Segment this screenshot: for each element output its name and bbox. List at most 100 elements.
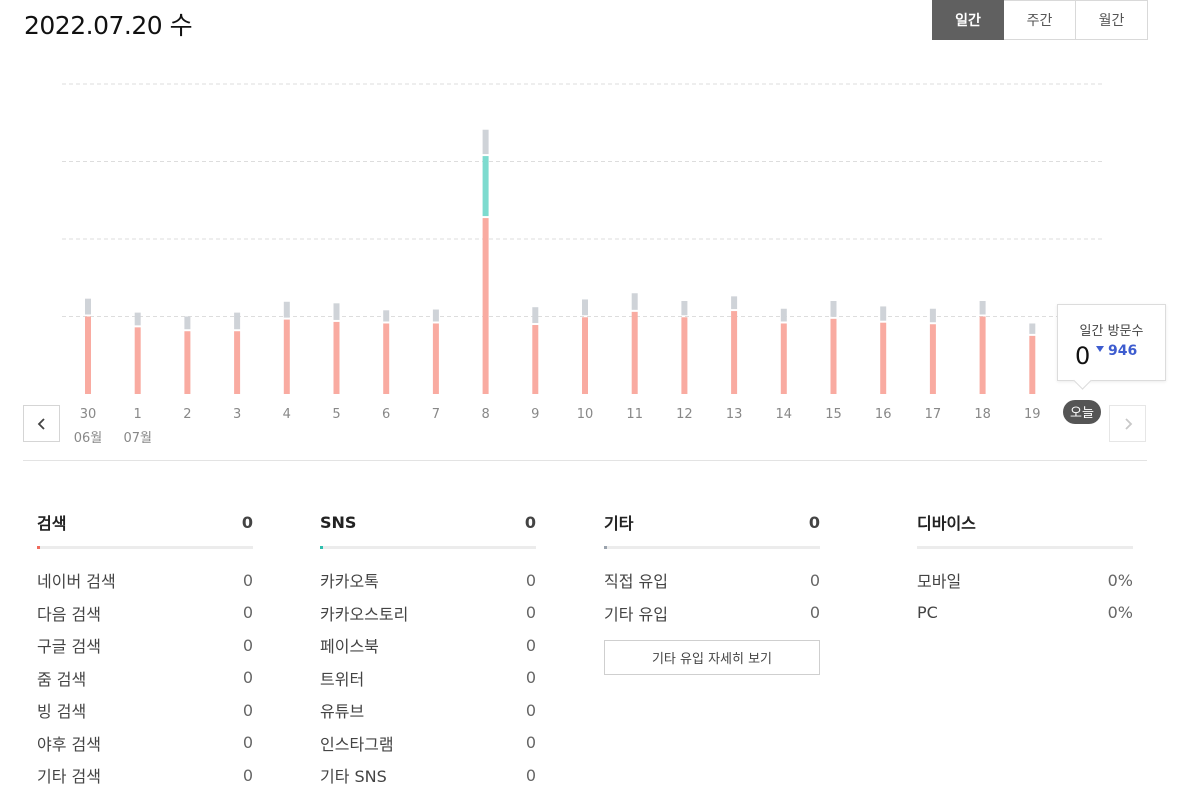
bar-segment-0-14[interactable] bbox=[780, 323, 787, 394]
bar-segment-0-16[interactable] bbox=[880, 322, 887, 394]
item-value: 0 bbox=[525, 570, 536, 590]
item-value: 0 bbox=[525, 733, 536, 753]
bar-segment-0-15[interactable] bbox=[830, 318, 837, 394]
visit-chart: 30 1 2 3 4 5 6 7 8 9 10 11 12 13 14 15 16 17 18 19 오늘06월 07월 bbox=[62, 83, 1104, 446]
other-detail-button[interactable]: 기타 유입 자세히 보기 bbox=[604, 640, 820, 675]
tick-label: 17 bbox=[925, 407, 942, 422]
bar-segment-2-7[interactable] bbox=[432, 309, 439, 322]
item-value: 0 bbox=[242, 733, 253, 753]
item-label: 야후 검색 bbox=[37, 734, 101, 754]
list-item: 기타 SNS 0 bbox=[320, 759, 536, 792]
bar-segment-0-6[interactable] bbox=[383, 323, 390, 394]
tick-label: 16 bbox=[875, 407, 892, 422]
item-value: 0 bbox=[525, 700, 536, 720]
bar-segment-2-2[interactable] bbox=[184, 316, 191, 330]
item-label: 카카오톡 bbox=[320, 572, 379, 592]
bar-segment-0-5[interactable] bbox=[333, 321, 340, 394]
device-header: 디바이스 bbox=[917, 509, 1133, 535]
item-value: 0 bbox=[525, 635, 536, 655]
bar-segment-2-17[interactable] bbox=[929, 308, 936, 323]
item-value: 0% bbox=[1107, 603, 1133, 623]
list-item: 인스타그램 0 bbox=[320, 727, 536, 760]
list-item: 빙 검색 0 bbox=[37, 694, 253, 727]
tick-label: 5 bbox=[332, 407, 340, 422]
search-list: 네이버 검색 0 다음 검색 0 구글 검색 0 줌 검색 0 빙 검색 0 야후 검색 0… bbox=[37, 564, 253, 792]
tick-label: 6 bbox=[382, 407, 390, 422]
bar-segment-0-3[interactable] bbox=[234, 331, 241, 394]
tick-label: 10 bbox=[577, 407, 594, 422]
bar-segment-0-19[interactable] bbox=[1029, 335, 1036, 394]
item-value: 0 bbox=[525, 765, 536, 785]
item-label: 인스타그램 bbox=[320, 734, 394, 754]
bar-segment-1-8[interactable] bbox=[482, 156, 489, 217]
bar-segment-2-19[interactable] bbox=[1029, 323, 1036, 334]
other-share-bar bbox=[604, 546, 820, 549]
item-value: 0 bbox=[242, 765, 253, 785]
item-value: 0% bbox=[1107, 570, 1133, 590]
tab-weekly[interactable]: 주간 bbox=[1004, 0, 1076, 40]
daily-visits-tooltip: 일간 방문수 0 946 bbox=[1057, 304, 1166, 381]
bar-segment-0-12[interactable] bbox=[681, 317, 688, 394]
bar-segment-0-13[interactable] bbox=[731, 311, 738, 394]
item-label: 모바일 bbox=[917, 572, 962, 592]
bar-segment-0-4[interactable] bbox=[283, 319, 290, 394]
search-share-bar bbox=[37, 546, 253, 549]
bar-segment-0-9[interactable] bbox=[532, 325, 539, 394]
bar-segment-2-15[interactable] bbox=[830, 301, 837, 317]
bar-segment-2-3[interactable] bbox=[234, 312, 241, 330]
search-total: 0 bbox=[241, 512, 253, 532]
bar-segment-2-4[interactable] bbox=[283, 301, 290, 318]
prev-period-button[interactable] bbox=[23, 405, 60, 442]
bar-segment-0-8[interactable] bbox=[482, 218, 489, 394]
item-label: 기타 유입 bbox=[604, 604, 668, 624]
bar-segment-2-9[interactable] bbox=[532, 307, 539, 324]
item-label: 기타 SNS bbox=[320, 767, 387, 787]
bar-segment-2-1[interactable] bbox=[134, 312, 141, 326]
sns-list: 카카오톡 0 카카오스토리 0 페이스북 0 트위터 0 유튜브 0 인스타그램 0 기타 … bbox=[320, 564, 536, 792]
bar-segment-2-11[interactable] bbox=[631, 293, 638, 310]
month-label: 07월 bbox=[123, 431, 152, 446]
next-period-button[interactable] bbox=[1109, 405, 1146, 442]
bar-segment-2-13[interactable] bbox=[731, 296, 738, 310]
bar-segment-2-5[interactable] bbox=[333, 303, 340, 320]
tick-label: 19 bbox=[1024, 407, 1041, 422]
bar-segment-0-17[interactable] bbox=[929, 324, 936, 394]
bar-segment-2-14[interactable] bbox=[780, 308, 787, 322]
tick-label: 2 bbox=[183, 407, 191, 422]
item-value: 0 bbox=[525, 603, 536, 623]
tick-label: 1 bbox=[134, 407, 142, 422]
tick-label: 11 bbox=[626, 407, 643, 422]
list-item: 다음 검색 0 bbox=[37, 597, 253, 630]
bar-segment-0-7[interactable] bbox=[432, 323, 439, 394]
tooltip-title: 일간 방문수 bbox=[1079, 324, 1144, 339]
bar-segment-0-1[interactable] bbox=[134, 327, 141, 394]
bar-segment-2-0[interactable] bbox=[85, 298, 91, 315]
other-share-marker bbox=[604, 546, 607, 549]
bar-segment-2-12[interactable] bbox=[681, 301, 688, 316]
sns-header: SNS 0 bbox=[320, 509, 536, 535]
bar-segment-0-11[interactable] bbox=[631, 311, 638, 394]
item-value: 0 bbox=[809, 603, 820, 623]
item-label: 직접 유입 bbox=[604, 572, 668, 592]
item-label: 유튜브 bbox=[320, 702, 365, 722]
bar-segment-0-18[interactable] bbox=[979, 316, 986, 395]
period-tabs: 일간 주간 월간 bbox=[932, 0, 1148, 40]
tick-label: 13 bbox=[726, 407, 743, 422]
bar-segment-2-16[interactable] bbox=[880, 306, 887, 321]
bar-segment-0-0[interactable] bbox=[85, 316, 91, 395]
bar-segment-2-6[interactable] bbox=[383, 310, 390, 322]
item-label: 빙 검색 bbox=[37, 702, 87, 722]
tick-label: 15 bbox=[825, 407, 842, 422]
bar-segment-0-10[interactable] bbox=[582, 317, 588, 394]
item-label: 카카오스토리 bbox=[320, 604, 409, 624]
item-label: 네이버 검색 bbox=[37, 572, 116, 592]
bar-segment-0-2[interactable] bbox=[184, 331, 191, 394]
tab-monthly[interactable]: 월간 bbox=[1076, 0, 1148, 40]
item-value: 0 bbox=[242, 603, 253, 623]
bar-segment-2-18[interactable] bbox=[979, 301, 986, 315]
bar-segment-2-10[interactable] bbox=[582, 299, 588, 316]
list-item: 구글 검색 0 bbox=[37, 629, 253, 662]
tab-daily[interactable]: 일간 bbox=[932, 0, 1004, 40]
bar-segment-2-8[interactable] bbox=[482, 129, 489, 155]
date-title: 2022.07.20 수 bbox=[24, 11, 193, 40]
